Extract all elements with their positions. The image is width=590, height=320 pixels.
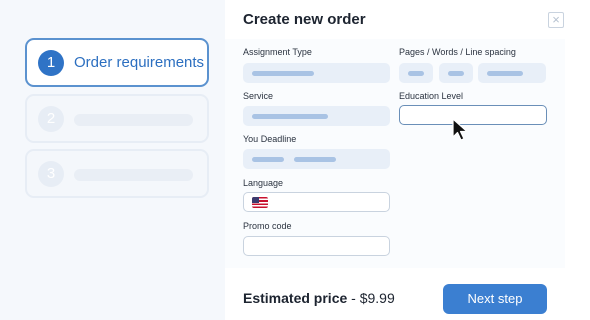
assignment-type-label: Assignment Type (243, 47, 312, 57)
deadline-label: You Deadline (243, 134, 297, 144)
estimated-price-value: $9.99 (359, 290, 395, 306)
modal-title: Create new order (243, 11, 366, 28)
step-number: 3 (38, 161, 64, 187)
value-placeholder (448, 71, 464, 76)
step-2[interactable]: 2 (25, 94, 209, 143)
order-page: 1 Order requirements 2 3 Create new orde… (0, 0, 590, 320)
line-spacing-select[interactable] (478, 63, 546, 83)
step-number: 2 (38, 106, 64, 132)
estimated-price: Estimated price - $9.99 (243, 290, 395, 306)
step-3[interactable]: 3 (25, 149, 209, 198)
pages-stepper[interactable] (399, 63, 433, 83)
promo-code-input[interactable] (243, 236, 390, 256)
value-placeholder (252, 114, 328, 119)
value-placeholder (252, 71, 314, 76)
steps-panel: 1 Order requirements 2 3 (0, 0, 225, 320)
estimated-price-label: Estimated price (243, 290, 348, 306)
service-label: Service (243, 91, 274, 101)
value-placeholder (408, 71, 424, 76)
education-level-label: Education Level (399, 91, 464, 101)
estimated-price-separator: - (347, 290, 360, 306)
step-1-order-requirements[interactable]: 1 Order requirements (25, 38, 209, 87)
us-flag-icon (252, 197, 268, 208)
mouse-pointer-icon (452, 118, 468, 141)
language-select[interactable] (243, 192, 390, 212)
deadline-picker[interactable] (243, 149, 390, 169)
value-placeholder (487, 71, 523, 76)
close-icon[interactable]: × (548, 12, 564, 28)
words-field[interactable] (439, 63, 473, 83)
step-label: Order requirements (74, 54, 205, 71)
next-step-button[interactable]: Next step (443, 284, 547, 314)
step-label-placeholder (74, 114, 193, 126)
language-label: Language (243, 178, 284, 188)
step-number: 1 (38, 50, 64, 76)
promo-code-label: Promo code (243, 221, 292, 231)
date-placeholder (252, 157, 284, 162)
time-placeholder (294, 157, 336, 162)
step-label-placeholder (74, 169, 193, 181)
service-select[interactable] (243, 106, 390, 126)
pages-label: Pages / Words / Line spacing (399, 47, 516, 57)
education-level-select[interactable] (399, 105, 547, 125)
assignment-type-select[interactable] (243, 63, 390, 83)
